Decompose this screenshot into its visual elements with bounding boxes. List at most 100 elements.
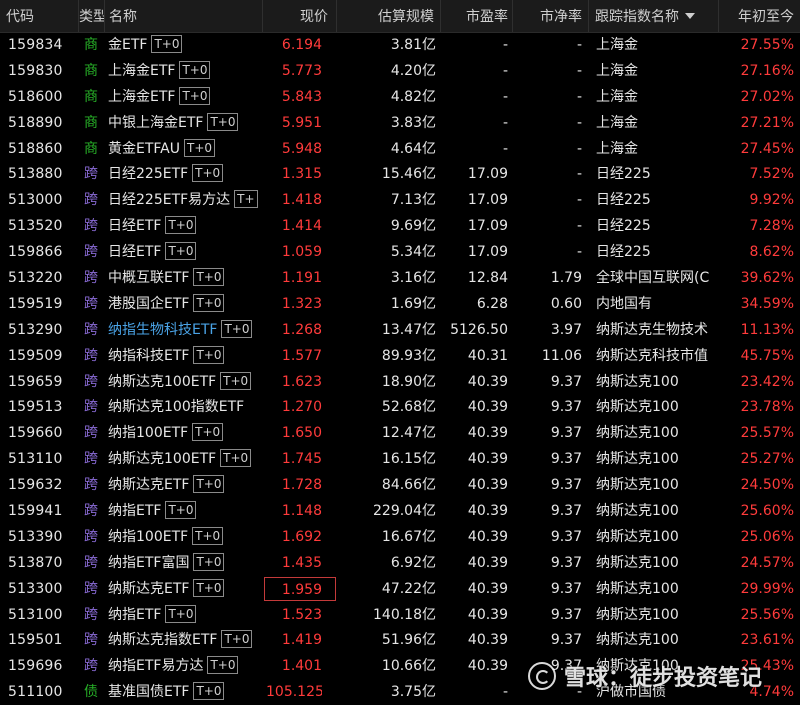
index-name-cell: 内地国有 <box>596 295 652 312</box>
ytd-cell: 25.60% <box>740 503 794 520</box>
table-row[interactable]: 513100 跨纳指ETF T+0 1.523 140.18亿 40.39 9.37 纳斯达克… <box>0 602 800 628</box>
pe-cell: - <box>502 62 508 79</box>
ytd-cell: 39.62% <box>740 270 794 287</box>
fund-name: 纳指ETF富国 T+0 <box>108 550 266 576</box>
price-cell: 1.414 <box>281 218 322 235</box>
scale-cell: 6.92亿 <box>390 554 436 571</box>
ytd-cell: 25.57% <box>740 425 794 442</box>
fund-type-tag: 跨 <box>84 528 98 545</box>
fund-code: 513290 <box>8 321 63 338</box>
scale-cell: 84.66亿 <box>381 477 436 494</box>
xueqiu-logo-icon <box>528 662 556 690</box>
table-row[interactable]: 513390 跨纳指100ETF T+0 1.692 16.67亿 40.39 9.37 纳斯… <box>0 524 800 550</box>
table-row[interactable]: 513520 跨日经ETF T+0 1.414 9.69亿 17.09 - 日经225 7.28… <box>0 213 800 239</box>
t0-badge: T+0 <box>193 268 225 287</box>
fund-name: 港股国企ETF T+0 <box>108 291 266 317</box>
scale-cell: 4.20亿 <box>390 62 436 79</box>
table-row[interactable]: 159834 商金ETF T+0 6.194 3.81亿 - - 上海金 27.55% <box>0 32 800 58</box>
fund-name: 纳斯达克ETF T+0 <box>108 576 266 602</box>
table-row[interactable]: 513220 跨中概互联ETF T+0 1.191 3.16亿 12.84 1.79 全球中国… <box>0 265 800 291</box>
fund-name: 金ETF T+0 <box>108 32 266 58</box>
table-row[interactable]: 518600 商上海金ETF T+0 5.843 4.82亿 - - 上海金 27.02% <box>0 84 800 110</box>
table-row[interactable]: 159659 跨纳斯达克100ETF T+0 1.623 18.90亿 40.39 9.37… <box>0 369 800 395</box>
index-name-cell: 上海金 <box>596 88 638 105</box>
table-row[interactable]: 513870 跨纳指ETF富国 T+0 1.435 6.92亿 40.39 9.37 纳斯达克… <box>0 550 800 576</box>
price-cell[interactable]: 1.959 <box>264 576 336 601</box>
ytd-cell: 24.57% <box>740 554 794 571</box>
fund-code: 159696 <box>8 658 63 675</box>
scale-cell: 15.46亿 <box>381 166 436 183</box>
table-row[interactable]: 513000 跨日经225ETF易方达 T+ 1.418 7.13亿 17.09- 日经22… <box>0 187 800 213</box>
header-ytd[interactable]: 年初至今 <box>718 0 800 32</box>
t0-badge: T+0 <box>193 682 225 701</box>
fund-name-text: 纳斯达克100ETF <box>108 451 217 468</box>
fund-name: 纳斯达克指数ETF T+0 <box>108 627 266 653</box>
fund-name-text: 日经225ETF易方达 <box>108 192 231 209</box>
fund-name-text: 纳斯达克ETF <box>108 580 190 597</box>
table-header: 代码 类型 名称 现价 估算规模 市盈率 市净率 跟踪指数名称 年初至今 <box>0 0 800 33</box>
fund-name: 黄金ETFAU T+0 <box>108 136 266 162</box>
header-index[interactable]: 跟踪指数名称 <box>588 0 718 32</box>
pe-cell: 40.39 <box>467 503 508 520</box>
index-name-cell: 日经225 <box>596 244 651 261</box>
table-row[interactable]: 159660 跨纳指100ETF T+0 1.650 12.47亿 40.39 9.37 纳斯… <box>0 420 800 446</box>
header-pb[interactable]: 市净率 <box>512 0 588 32</box>
table-row[interactable]: 159941 跨纳指ETF T+0 1.148 229.04亿 40.39 9.37 纳斯达克… <box>0 498 800 524</box>
pb-cell: 1.79 <box>550 270 582 287</box>
header-name[interactable]: 名称 <box>104 0 262 32</box>
ytd-cell: 25.06% <box>740 528 794 545</box>
table-row[interactable]: 518890 商中银上海金ETF T+0 5.951 3.83亿 - - 上海金 27.21% <box>0 110 800 136</box>
fund-name-text: 纳指ETF <box>108 606 162 623</box>
fund-name-text: 日经225ETF <box>108 166 189 183</box>
table-row[interactable]: 513110 跨纳斯达克100ETF T+0 1.745 16.15亿 40.39 9.37… <box>0 446 800 472</box>
scale-cell: 52.68亿 <box>381 399 436 416</box>
pe-cell: 40.39 <box>467 580 508 597</box>
header-pe[interactable]: 市盈率 <box>440 0 512 32</box>
price-cell: 1.577 <box>281 347 322 364</box>
table-row[interactable]: 159830 商上海金ETF T+0 5.773 4.20亿 - - 上海金 27.16% <box>0 58 800 84</box>
table-row[interactable]: 159519 跨港股国企ETF T+0 1.323 1.69亿 6.28 0.60 内地国有 3… <box>0 291 800 317</box>
fund-type-tag: 商 <box>84 114 98 131</box>
table-row[interactable]: 513290 跨纳指生物科技ETF T+0 1.268 13.47亿 5126.50 3.9… <box>0 317 800 343</box>
header-type[interactable]: 类型 <box>78 0 104 32</box>
index-name-cell: 日经225 <box>596 192 651 209</box>
t0-badge: T+0 <box>193 345 225 364</box>
watermark-text: 雪球：徒步投资笔记 <box>564 666 763 691</box>
pe-cell: - <box>502 114 508 131</box>
table-row[interactable]: 159866 跨日经ETF T+0 1.059 5.34亿 17.09 - 日经225 8.62… <box>0 239 800 265</box>
fund-name: 中概互联ETF T+0 <box>108 265 266 291</box>
table-row[interactable]: 159509 跨纳指科技ETF T+0 1.577 89.93亿 40.31 11.06 纳斯… <box>0 343 800 369</box>
t0-badge: T+0 <box>193 293 225 312</box>
table-row[interactable]: 159501 跨纳斯达克指数ETF T+0 1.419 51.96亿 40.39 9.37 纳… <box>0 627 800 653</box>
fund-name: 中银上海金ETF T+0 <box>108 110 266 136</box>
table-row[interactable]: 159632 跨纳斯达克ETF T+0 1.728 84.66亿 40.39 9.37 纳斯达… <box>0 472 800 498</box>
fund-code: 159941 <box>8 503 63 520</box>
pe-cell: 17.09 <box>467 166 508 183</box>
t0-badge: T+0 <box>165 501 197 520</box>
table-row[interactable]: 518860 商黄金ETFAU T+0 5.948 4.64亿 - - 上海金 27.45% <box>0 136 800 162</box>
header-price[interactable]: 现价 <box>262 0 336 32</box>
fund-type-tag: 跨 <box>84 606 98 623</box>
table-row[interactable]: 159513 跨纳斯达克100指数ETF 1.270 52.68亿 40.39 9.37 纳… <box>0 394 800 420</box>
fund-name-text: 中银上海金ETF <box>108 114 204 131</box>
table-row[interactable]: 513880 跨日经225ETF T+0 1.315 15.46亿 17.09- 日经225… <box>0 161 800 187</box>
sort-down-icon[interactable] <box>685 13 695 19</box>
pe-cell: - <box>502 140 508 157</box>
t0-badge: T+0 <box>193 552 225 571</box>
price-cell: 1.419 <box>281 632 322 649</box>
fund-code: 518860 <box>8 140 63 157</box>
fund-name-text: 中概互联ETF <box>108 270 190 287</box>
t0-badge: T+0 <box>151 35 183 53</box>
fund-name: 日经ETF T+0 <box>108 239 266 265</box>
fund-name: 纳指ETF T+0 <box>108 498 266 524</box>
pe-cell: 40.39 <box>467 658 508 675</box>
pb-cell: - <box>576 88 582 105</box>
price-cell: 1.191 <box>281 270 322 287</box>
table-row[interactable]: 513300 跨纳斯达克ETF T+0 1.959 47.22亿 40.39 9.37 纳斯达… <box>0 576 800 602</box>
ytd-cell: 7.52% <box>749 166 794 183</box>
header-scale[interactable]: 估算规模 <box>336 0 440 32</box>
fund-code: 159501 <box>8 632 63 649</box>
etf-table-body: 159834 商金ETF T+0 6.194 3.81亿 - - 上海金 27.55% 15983… <box>0 32 800 705</box>
header-code[interactable]: 代码 <box>0 0 78 32</box>
scale-cell: 9.69亿 <box>390 218 436 235</box>
